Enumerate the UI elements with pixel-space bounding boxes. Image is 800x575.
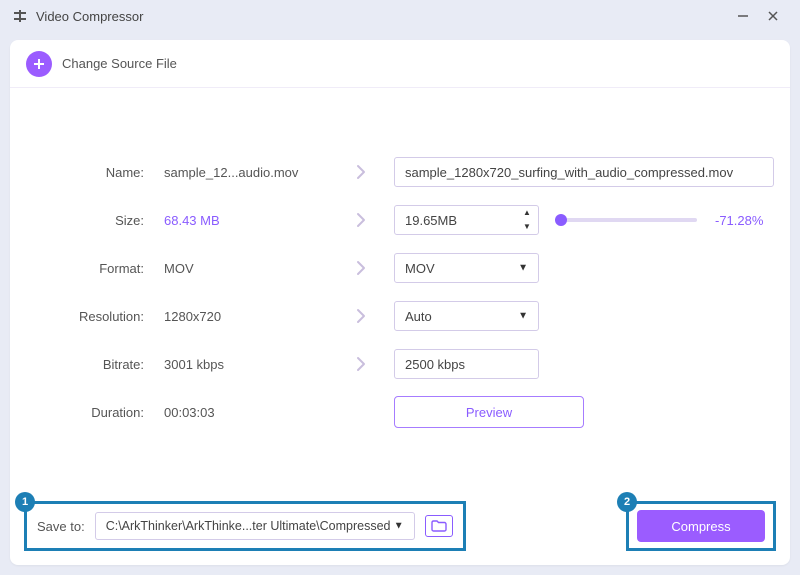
duration-label: Duration:: [40, 405, 150, 420]
step-badge-2: 2: [617, 492, 637, 512]
size-output-text: 19.65MB: [405, 213, 457, 228]
caret-down-icon: ▼: [394, 521, 404, 532]
chevron-right-icon: [336, 163, 386, 181]
resolution-label: Resolution:: [40, 309, 150, 324]
close-button[interactable]: [758, 4, 788, 28]
compress-button-label: Compress: [671, 519, 730, 534]
name-current: sample_12...audio.mov: [158, 165, 328, 180]
resolution-current: 1280x720: [158, 309, 328, 324]
main-card: Change Source File Name: sample_12...aud…: [10, 40, 790, 565]
row-bitrate: Bitrate: 3001 kbps 2500 kbps: [40, 340, 760, 388]
format-current: MOV: [158, 261, 328, 276]
saveto-path-select[interactable]: C:\ArkThinker\ArkThinke...ter Ultimate\C…: [95, 512, 415, 540]
row-format: Format: MOV MOV ▼: [40, 244, 760, 292]
format-output-select[interactable]: MOV ▼: [394, 253, 539, 283]
row-size: Size: 68.43 MB 19.65MB ▲ ▼ -71.28%: [40, 196, 760, 244]
stepper-down-icon[interactable]: ▼: [520, 223, 534, 231]
bitrate-label: Bitrate:: [40, 357, 150, 372]
chevron-right-icon: [336, 211, 386, 229]
size-reduction: -71.28%: [715, 213, 763, 228]
row-resolution: Resolution: 1280x720 Auto ▼: [40, 292, 760, 340]
saveto-label: Save to:: [37, 519, 85, 534]
add-icon[interactable]: [26, 51, 52, 77]
compress-button[interactable]: Compress: [637, 510, 765, 542]
resolution-output-text: Auto: [405, 309, 432, 324]
caret-down-icon: ▼: [518, 263, 528, 274]
content-area: Name: sample_12...audio.mov sample_1280x…: [10, 88, 790, 565]
size-output-stepper[interactable]: 19.65MB ▲ ▼: [394, 205, 539, 235]
format-label: Format:: [40, 261, 150, 276]
duration-current: 00:03:03: [158, 405, 328, 420]
stepper-up-icon[interactable]: ▲: [520, 209, 534, 217]
chevron-right-icon: [336, 259, 386, 277]
name-label: Name:: [40, 165, 150, 180]
change-source-button[interactable]: Change Source File: [62, 56, 177, 71]
caret-down-icon: ▼: [518, 311, 528, 322]
bitrate-output-text: 2500 kbps: [405, 357, 465, 372]
size-slider[interactable]: [557, 218, 697, 222]
format-output-text: MOV: [405, 261, 435, 276]
card-header: Change Source File: [10, 40, 790, 88]
slider-thumb[interactable]: [555, 214, 567, 226]
chevron-right-icon: [336, 355, 386, 373]
app-icon: [12, 8, 28, 24]
bitrate-current: 3001 kbps: [158, 357, 328, 372]
chevron-right-icon: [336, 307, 386, 325]
preview-button-label: Preview: [466, 405, 512, 420]
name-output-input[interactable]: sample_1280x720_surfing_with_audio_compr…: [394, 157, 774, 187]
footer: 1 Save to: C:\ArkThinker\ArkThinke...ter…: [24, 501, 776, 551]
folder-icon: [431, 520, 447, 532]
compress-annotation-box: 2 Compress: [626, 501, 776, 551]
size-label: Size:: [40, 213, 150, 228]
saveto-path-text: C:\ArkThinker\ArkThinke...ter Ultimate\C…: [106, 519, 391, 533]
row-name: Name: sample_12...audio.mov sample_1280x…: [40, 148, 760, 196]
window-title: Video Compressor: [36, 9, 143, 24]
size-current: 68.43 MB: [158, 213, 328, 228]
open-folder-button[interactable]: [425, 515, 453, 537]
saveto-annotation-box: 1 Save to: C:\ArkThinker\ArkThinke...ter…: [24, 501, 466, 551]
resolution-output-select[interactable]: Auto ▼: [394, 301, 539, 331]
name-output-text: sample_1280x720_surfing_with_audio_compr…: [405, 165, 733, 180]
step-badge-1: 1: [15, 492, 35, 512]
titlebar: Video Compressor: [0, 0, 800, 32]
preview-button[interactable]: Preview: [394, 396, 584, 428]
minimize-button[interactable]: [728, 4, 758, 28]
row-duration: Duration: 00:03:03 Preview: [40, 388, 760, 436]
bitrate-output-input[interactable]: 2500 kbps: [394, 349, 539, 379]
